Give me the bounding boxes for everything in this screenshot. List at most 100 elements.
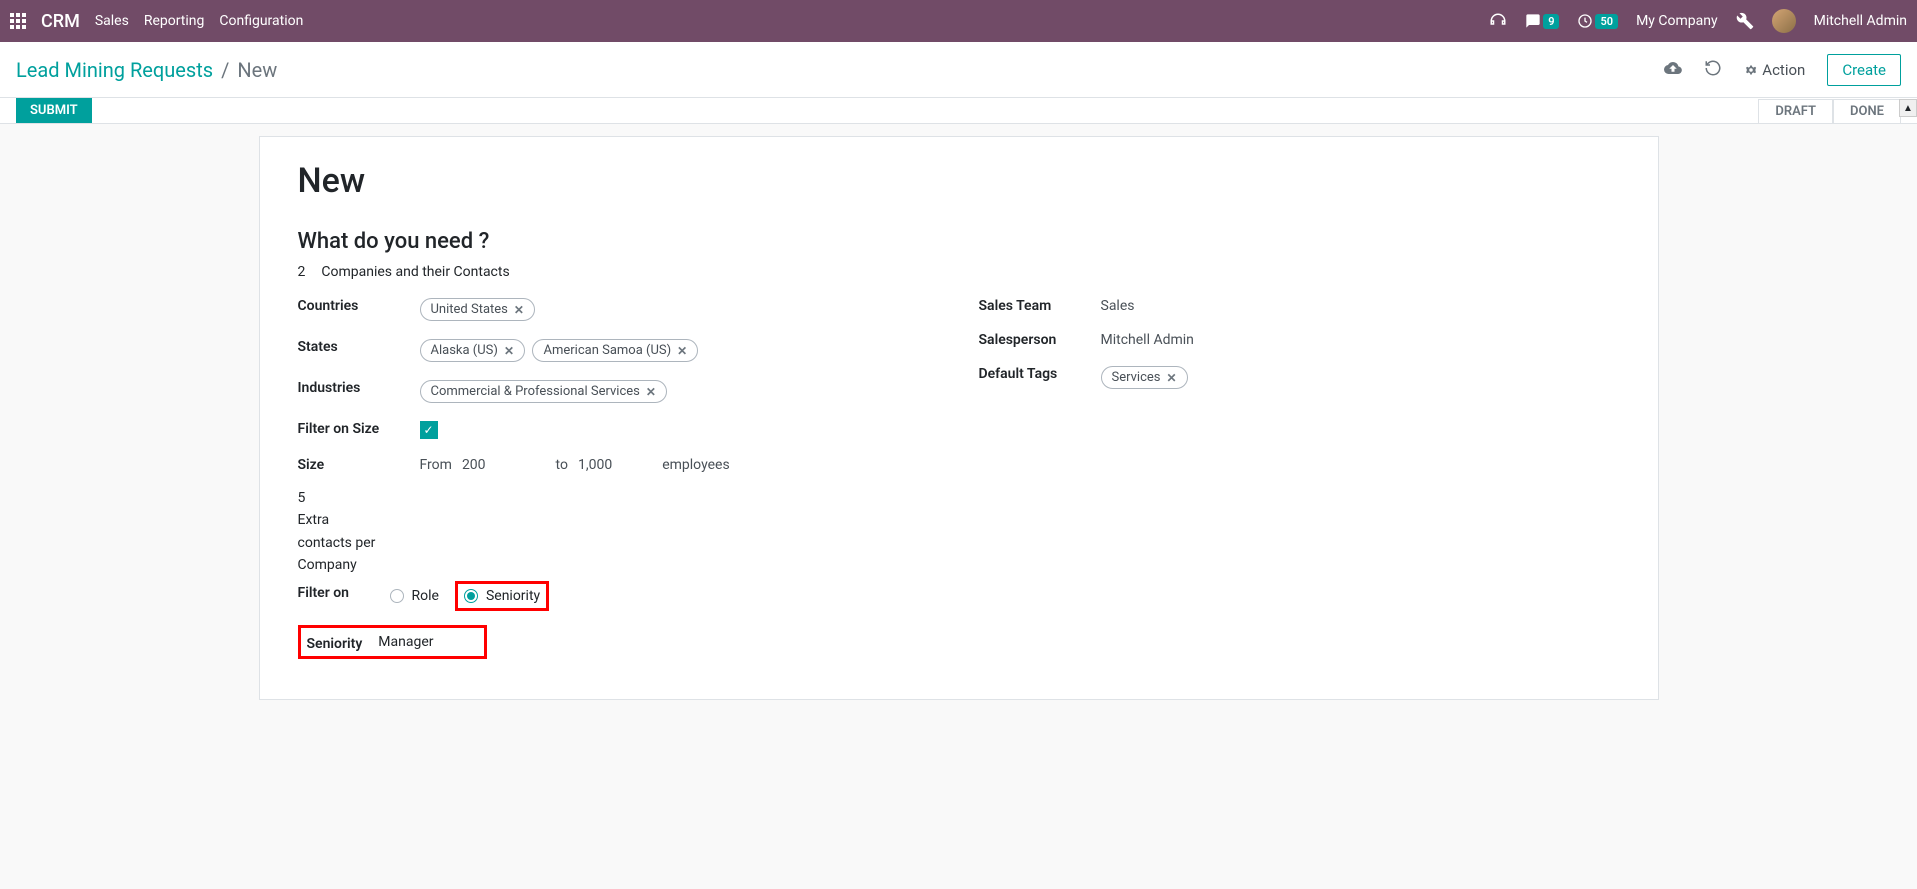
breadcrumb-current: New: [237, 58, 277, 82]
countries-tags[interactable]: United States ✕: [420, 294, 939, 321]
submit-button[interactable]: SUBMIT: [16, 98, 92, 123]
default-tags[interactable]: Services ✕: [1101, 362, 1620, 389]
topbar-left: CRM Sales Reporting Configuration: [10, 11, 303, 32]
tag-default: Services ✕: [1101, 366, 1188, 389]
size-from-label: From: [420, 457, 452, 473]
form-title: New: [298, 161, 1620, 201]
create-button[interactable]: Create: [1827, 54, 1901, 86]
stage-draft[interactable]: DRAFT: [1758, 99, 1833, 123]
messages-badge: 9: [1543, 14, 1559, 29]
radio-role-label: Role: [412, 588, 439, 604]
radio-role[interactable]: [390, 589, 404, 603]
close-icon[interactable]: ✕: [646, 385, 656, 399]
breadcrumb-sep: /: [221, 58, 229, 82]
col-left: Countries United States ✕ States Alaska …: [298, 294, 939, 659]
close-icon[interactable]: ✕: [504, 344, 514, 358]
timer-icon[interactable]: 50: [1577, 13, 1618, 29]
tag-country: United States ✕: [420, 298, 535, 321]
nav-reporting[interactable]: Reporting: [144, 13, 205, 29]
label-size: Size: [298, 453, 408, 473]
seniority-value[interactable]: Manager: [378, 634, 478, 650]
radio-seniority[interactable]: [464, 589, 478, 603]
size-to-value: 1,000: [578, 457, 612, 473]
nav-configuration[interactable]: Configuration: [219, 13, 303, 29]
label-filter-on: Filter on: [298, 581, 378, 601]
row-default-tags: Default Tags Services ✕: [979, 362, 1620, 389]
row-industries: Industries Commercial & Professional Ser…: [298, 376, 939, 403]
col-right: Sales Team Sales Salesperson Mitchell Ad…: [979, 294, 1620, 659]
content-wrap: New What do you need ? 2 Companies and t…: [0, 124, 1917, 889]
form-card: New What do you need ? 2 Companies and t…: [259, 136, 1659, 700]
app-name[interactable]: CRM: [41, 11, 80, 32]
row-salesperson: Salesperson Mitchell Admin: [979, 328, 1620, 348]
radio-role-option[interactable]: Role: [390, 588, 439, 604]
scroll-up-arrow[interactable]: ▲: [1899, 99, 1917, 117]
status-row: SUBMIT DRAFT DONE: [0, 98, 1917, 124]
tag-label: Commercial & Professional Services: [431, 384, 640, 399]
tools-icon[interactable]: [1736, 12, 1754, 30]
states-tags[interactable]: Alaska (US) ✕ American Samoa (US) ✕: [420, 335, 939, 362]
label-filter-size: Filter on Size: [298, 417, 408, 437]
qty-row: 2 Companies and their Contacts: [298, 264, 1620, 280]
voip-icon[interactable]: [1489, 12, 1507, 30]
company-name[interactable]: My Company: [1636, 13, 1718, 29]
qty-value: 2: [298, 264, 306, 280]
tag-state: American Samoa (US) ✕: [532, 339, 698, 362]
label-states: States: [298, 335, 408, 355]
tag-state: Alaska (US) ✕: [420, 339, 526, 362]
timer-badge: 50: [1595, 14, 1618, 29]
tag-label: Alaska (US): [431, 343, 498, 358]
row-sales-team: Sales Team Sales: [979, 294, 1620, 314]
extra-desc-3: Company: [298, 554, 939, 576]
row-countries: Countries United States ✕: [298, 294, 939, 321]
row-size: Size From 200 to 1,000 employees: [298, 453, 939, 473]
undo-icon[interactable]: [1704, 59, 1722, 81]
action-button[interactable]: Action: [1744, 61, 1805, 79]
form-columns: Countries United States ✕ States Alaska …: [298, 294, 1620, 659]
extra-desc-2: contacts per: [298, 532, 939, 554]
close-icon[interactable]: ✕: [677, 344, 687, 358]
avatar[interactable]: [1772, 9, 1796, 33]
subheader: Lead Mining Requests / New Action Create: [0, 42, 1917, 98]
username[interactable]: Mitchell Admin: [1814, 13, 1907, 29]
messages-icon[interactable]: 9: [1525, 13, 1559, 29]
sales-team-value[interactable]: Sales: [1101, 294, 1620, 314]
size-unit: employees: [662, 457, 729, 473]
extra-desc-1: Extra: [298, 509, 939, 531]
tag-industry: Commercial & Professional Services ✕: [420, 380, 667, 403]
close-icon[interactable]: ✕: [1167, 371, 1177, 385]
row-filter-size: Filter on Size ✓: [298, 417, 939, 439]
extra-qty: 5: [298, 487, 939, 509]
checkbox-filter-size[interactable]: ✓: [420, 421, 438, 439]
label-sales-team: Sales Team: [979, 294, 1089, 314]
gear-icon: [1744, 63, 1758, 77]
apps-icon[interactable]: [10, 13, 26, 29]
row-filter-on: Filter on Role Seniority: [298, 581, 939, 611]
qty-desc: Companies and their Contacts: [321, 264, 509, 280]
label-countries: Countries: [298, 294, 408, 314]
industries-tags[interactable]: Commercial & Professional Services ✕: [420, 376, 939, 403]
row-states: States Alaska (US) ✕ American Samoa (US)…: [298, 335, 939, 362]
radio-seniority-option[interactable]: Seniority: [464, 588, 540, 604]
tag-label: United States: [431, 302, 508, 317]
label-industries: Industries: [298, 376, 408, 396]
stage-done[interactable]: DONE: [1833, 99, 1901, 123]
row-seniority: Seniority Manager: [298, 625, 939, 659]
tag-label: Services: [1112, 370, 1161, 385]
cloud-upload-icon[interactable]: [1664, 59, 1682, 81]
action-label: Action: [1762, 61, 1805, 79]
size-from-value: 200: [462, 457, 486, 473]
breadcrumb-root[interactable]: Lead Mining Requests: [16, 58, 213, 82]
label-seniority: Seniority: [307, 632, 363, 652]
label-default-tags: Default Tags: [979, 362, 1089, 382]
salesperson-value[interactable]: Mitchell Admin: [1101, 328, 1620, 348]
highlight-seniority-field: Seniority Manager: [298, 625, 488, 659]
nav-sales[interactable]: Sales: [95, 13, 129, 29]
size-to-label: to: [556, 457, 568, 473]
extra-contacts-block: 5 Extra contacts per Company: [298, 487, 939, 577]
topbar: CRM Sales Reporting Configuration 9 50 M…: [0, 0, 1917, 42]
topbar-right: 9 50 My Company Mitchell Admin: [1489, 9, 1907, 33]
radio-seniority-label: Seniority: [486, 588, 540, 604]
close-icon[interactable]: ✕: [514, 303, 524, 317]
radio-group-filter: Role Seniority: [390, 581, 550, 611]
